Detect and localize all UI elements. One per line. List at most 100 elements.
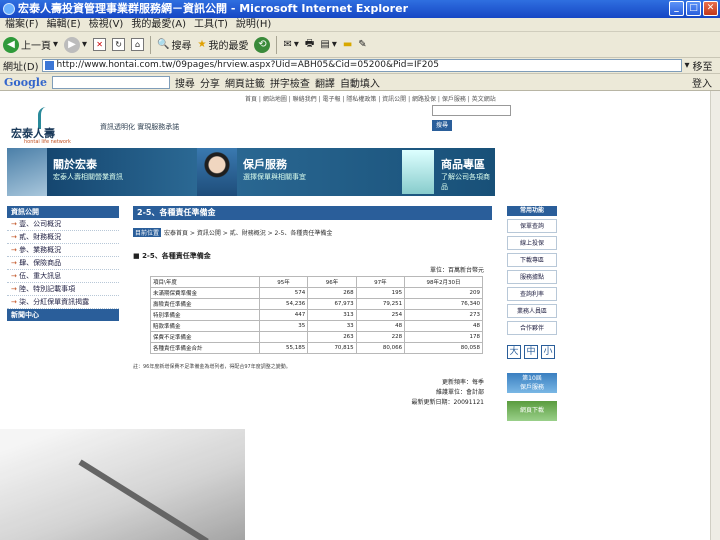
top-links[interactable]: 首頁 | 網站地圖 | 聯絡我們 | 電子報 | 隱私權政策 | 資訊公開 | … [245, 94, 496, 103]
left-nav-item[interactable]: → 陸、特別記載事項 [7, 283, 119, 296]
toolbar: ◀ 上一頁 ▾ ▶ ▾ ✕ ↻ ⌂ 🔍 搜尋 ★ 我的最愛 ⟲ ✉ ▾ 🖶 ▤ ▾ ▬… [0, 32, 720, 58]
address-dropdown-icon[interactable]: ▾ [685, 60, 690, 71]
folder-button[interactable]: ▬ [343, 39, 352, 50]
edit-button[interactable]: ▤ ▾ [320, 39, 336, 50]
service-staff-image [197, 148, 237, 196]
menu-view[interactable]: 檢視(V) [89, 18, 124, 31]
col-header: 97年 [355, 276, 406, 288]
print-button[interactable]: 🖶 [305, 36, 314, 53]
google-spellcheck-button[interactable]: 拼字檢查 [270, 75, 310, 90]
right-nav-item[interactable]: 服務據點 [507, 270, 557, 284]
left-nav-item[interactable]: → 參、業務概況 [7, 244, 119, 257]
right-nav-item[interactable]: 線上投保 [507, 236, 557, 250]
news-center-link[interactable]: 新聞中心 [7, 309, 119, 321]
google-login-button[interactable]: 登入 [692, 75, 720, 90]
cell: 574 [258, 287, 309, 299]
stop-icon: ✕ [93, 38, 107, 51]
search-icon: 🔍 [157, 39, 170, 50]
cell: 76,340 [404, 298, 483, 310]
search-button[interactable]: 🔍 搜尋 [157, 37, 191, 52]
banner-service-sub: 選擇保單與相關事宜 [243, 173, 306, 181]
right-nav-item[interactable]: 合作夥伴 [507, 321, 557, 335]
menu-favorites[interactable]: 我的最愛(A) [131, 18, 186, 31]
row-label: 特別準備金 [150, 309, 260, 321]
favorites-button[interactable]: ★ 我的最愛 [198, 37, 249, 52]
forward-button[interactable]: ▶ ▾ [64, 36, 87, 53]
left-nav-item[interactable]: → 伍、重大訊息 [7, 270, 119, 283]
cell: 273 [404, 309, 483, 321]
ie-icon [3, 3, 15, 15]
address-input[interactable]: http://www.hontai.com.tw/09pages/hrview.… [41, 59, 682, 72]
minimize-button[interactable]: _ [669, 1, 684, 16]
table-row: 賠款準備金 35 33 48 48 [150, 320, 483, 332]
google-translate-button[interactable]: 翻譯 [315, 75, 335, 90]
refresh-button[interactable]: ↻ [112, 38, 126, 51]
maximize-button[interactable]: □ [686, 1, 701, 16]
font-large-button[interactable]: 大 [507, 345, 521, 359]
right-nav-item[interactable]: 業務人員區 [507, 304, 557, 318]
site-slogan: 資訊透明化 實現服務承諾 [100, 123, 180, 131]
banner-products[interactable]: 商品專區 了解公司各項商品 [441, 156, 495, 192]
col-header: 項目\年度 [150, 276, 260, 288]
go-button[interactable]: 移至 [693, 58, 713, 73]
home-button[interactable]: ⌂ [131, 38, 145, 51]
cell: 209 [404, 287, 483, 299]
left-nav-item[interactable]: → 壹、公司概況 [7, 218, 119, 231]
building-image [7, 148, 47, 196]
left-nav-item[interactable]: → 肆、保險商品 [7, 257, 119, 270]
menu-tools[interactable]: 工具(T) [194, 18, 228, 31]
mail-button[interactable]: ✉ ▾ [283, 39, 298, 50]
stop-button[interactable]: ✕ [93, 38, 107, 51]
vertical-scrollbar[interactable] [710, 91, 720, 540]
left-nav-item[interactable]: → 柒、分紅保單資訊揭露 [7, 296, 119, 309]
right-nav-item[interactable]: 查詢利率 [507, 287, 557, 301]
brochure-image [402, 150, 434, 194]
google-logo: Google [4, 75, 47, 89]
google-search-input[interactable] [51, 75, 170, 89]
history-button[interactable]: ⟲ [254, 36, 271, 53]
site-search-button[interactable]: 搜尋 [432, 120, 452, 131]
menu-edit[interactable]: 編輯(E) [47, 18, 81, 31]
back-arrow-icon: ◀ [3, 36, 19, 53]
window-title-bar: 宏泰人壽投資管理事業群服務網－資訊公開 - Microsoft Internet… [0, 0, 720, 18]
row-label: 壽險責任準備金 [150, 298, 260, 310]
print-icon: 🖶 [304, 38, 315, 49]
page-title: 2-5、各種責任準備金 [133, 206, 492, 220]
font-medium-button[interactable]: 中 [524, 345, 538, 359]
promo-banner[interactable]: 第10屆 保戶服務 [507, 373, 557, 393]
cell: 55,185 [258, 342, 309, 354]
banner-about-title: 關於宏泰 [53, 158, 97, 171]
row-label: 各種責任準備金合計 [150, 342, 260, 354]
download-banner[interactable]: 網頁下載 [507, 401, 557, 421]
table-note: 註：96年度新增保費不足準備金為增列者，得配合97年度調整之變動。 [133, 364, 291, 370]
cell [258, 331, 309, 343]
breadcrumb-path[interactable]: 宏泰首頁 > 資訊公開 > 貳、財務概況 > 2-5、各種責任準備金 [164, 228, 332, 237]
right-nav-item[interactable]: 保單查詢 [507, 219, 557, 233]
right-nav-item[interactable]: 下載專區 [507, 253, 557, 267]
home-icon: ⌂ [131, 38, 145, 51]
font-small-button[interactable]: 小 [541, 345, 555, 359]
window-title: 宏泰人壽投資管理事業群服務網－資訊公開 - Microsoft Internet… [18, 2, 408, 15]
menu-help[interactable]: 說明(H) [236, 18, 271, 31]
banner-about[interactable]: 關於宏泰 宏泰人壽相關營業資訊 [53, 156, 123, 182]
google-autofill-button[interactable]: 自動填入 [340, 75, 380, 90]
site-search-input[interactable] [432, 105, 511, 116]
banner-service[interactable]: 保戶服務 選擇保單與相關事宜 [243, 156, 306, 182]
cell: 268 [307, 287, 357, 299]
google-search-button[interactable]: 搜尋 [175, 75, 195, 90]
cell: 254 [355, 309, 406, 321]
row-label: 保費不足準備金 [150, 331, 260, 343]
cell: 178 [404, 331, 483, 343]
close-button[interactable]: ✕ [703, 1, 718, 16]
cell: 48 [404, 320, 483, 332]
google-share-button[interactable]: 分享 [200, 75, 220, 90]
google-bookmarks-button[interactable]: 網頁註籤 [225, 75, 265, 90]
left-nav-item[interactable]: → 貳、財務概況 [7, 231, 119, 244]
table-row: 保費不足準備金 263 228 178 [150, 331, 483, 343]
site-logo[interactable]: 宏泰人壽 hontai life network [8, 107, 88, 145]
back-button[interactable]: ◀ 上一頁 ▾ [3, 36, 58, 53]
menu-file[interactable]: 檔案(F) [5, 18, 39, 31]
edit-icon: ▤ [320, 39, 330, 50]
left-nav-label: 參、業務概況 [19, 246, 62, 254]
messenger-button[interactable]: ✎ [358, 39, 366, 50]
